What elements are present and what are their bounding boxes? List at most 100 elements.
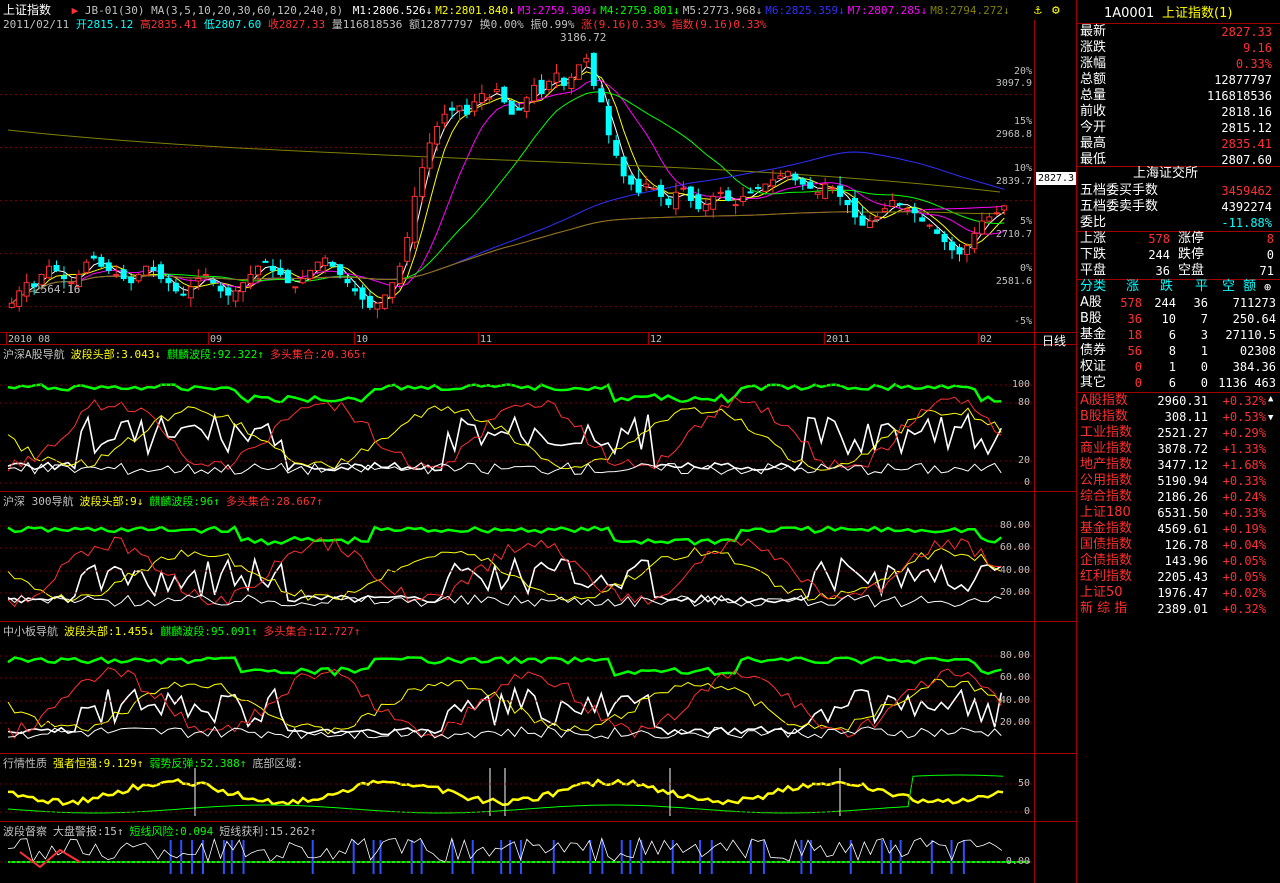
candle-body xyxy=(784,171,791,177)
ma-trend-arrow: ↓ xyxy=(673,4,680,17)
indicator-line xyxy=(7,656,1002,677)
index-name[interactable]: 工业指数 xyxy=(1080,425,1132,441)
indicator-chart-4[interactable] xyxy=(0,754,1034,821)
candle-body xyxy=(359,287,366,300)
candle-body xyxy=(98,256,105,267)
price-chart[interactable] xyxy=(0,32,1034,332)
indicator-chart-2[interactable] xyxy=(0,492,1034,621)
candle-body xyxy=(725,190,732,201)
index-name[interactable]: B股指数 xyxy=(1080,409,1128,425)
plus-icon[interactable]: ⊕ xyxy=(1264,280,1271,294)
index-name[interactable]: 国债指数 xyxy=(1080,537,1132,553)
indicator-axis-label: 100 xyxy=(1011,379,1030,390)
ma-legend: M1:2806.526↓ M2:2801.840↓ M3:2759.309↓ M4:2… xyxy=(350,4,1010,17)
period-label[interactable]: 日线 xyxy=(1042,335,1066,347)
index-pct: +0.33% xyxy=(1222,474,1266,488)
candle-body xyxy=(322,257,329,266)
candle-body xyxy=(643,183,650,188)
candle-body xyxy=(210,279,217,284)
candle-body xyxy=(463,104,470,115)
candle-body xyxy=(202,273,209,277)
quote-label: 总量 xyxy=(1080,88,1107,103)
candle-body xyxy=(844,199,851,206)
candle-body xyxy=(150,266,157,271)
candle-body xyxy=(635,178,642,193)
indicator-chart-3[interactable] xyxy=(0,622,1034,753)
indicator-chart-1[interactable] xyxy=(0,345,1034,491)
ma-line-240 xyxy=(11,211,1005,304)
breadth-value: 36 xyxy=(1155,264,1170,278)
right-panel-border xyxy=(1076,0,1077,883)
index-value: 3477.12 xyxy=(1157,458,1208,472)
class-flat: 1 xyxy=(1200,344,1208,358)
candle-body xyxy=(434,126,441,145)
index-name[interactable]: 上证50 xyxy=(1080,585,1123,601)
settings-icon[interactable]: ⚙ xyxy=(1052,3,1066,18)
date-tick xyxy=(978,332,979,344)
index-value: 126.78 xyxy=(1164,538,1208,552)
date-tick xyxy=(6,332,7,344)
candle-body xyxy=(575,64,582,80)
quote-label: 涨跌 xyxy=(1080,40,1107,55)
order-label: 五档委买手数 xyxy=(1080,183,1159,198)
price-axis-label: 20% xyxy=(1013,66,1032,77)
anchor-icon[interactable]: ⚓ xyxy=(1034,3,1048,18)
candle-body xyxy=(389,282,396,298)
index-name[interactable]: 新 综 指 xyxy=(1080,601,1127,617)
candle-body xyxy=(904,208,911,211)
index-name[interactable]: 公用指数 xyxy=(1080,473,1132,489)
candle-body xyxy=(963,245,970,255)
bar-amount: 额12877797 xyxy=(409,18,474,31)
candle-body xyxy=(486,97,493,100)
index-pct: +0.02% xyxy=(1222,586,1266,600)
scroll-up-icon[interactable]: ▲ xyxy=(1268,395,1273,404)
index-name[interactable]: 综合指数 xyxy=(1080,489,1132,505)
index-value: 2960.31 xyxy=(1157,394,1208,408)
index-name[interactable]: 商业指数 xyxy=(1080,441,1132,457)
bar-open: 开2815.12 xyxy=(75,18,134,31)
candle-body xyxy=(262,260,269,263)
candle-body xyxy=(687,186,694,201)
class-flat: 7 xyxy=(1200,312,1208,326)
bar-change: 涨(9.16)0.33% xyxy=(581,18,665,31)
candle-body xyxy=(143,265,150,276)
candle-body xyxy=(702,204,709,212)
breadth-label: 涨停 xyxy=(1178,231,1205,246)
price-axis-label: 3097.9 xyxy=(995,78,1032,89)
index-name[interactable]: 企债指数 xyxy=(1080,553,1132,569)
order-value: 4392274 xyxy=(1221,200,1272,214)
candle-body xyxy=(307,269,314,280)
candle-body xyxy=(120,269,127,280)
indicator-chart-5[interactable] xyxy=(0,822,1034,883)
candle-body xyxy=(919,217,926,222)
index-name[interactable]: 红利指数 xyxy=(1080,569,1132,585)
class-flat: 0 xyxy=(1200,376,1208,390)
price-axis-label: 2968.8 xyxy=(995,129,1032,140)
index-pct: +0.32% xyxy=(1222,394,1266,408)
quote-value: 116818536 xyxy=(1206,89,1272,103)
bar-low: 低2807.60 xyxy=(203,18,262,31)
class-header: 跌 xyxy=(1160,279,1174,294)
index-name[interactable]: 基金指数 xyxy=(1080,521,1132,537)
ma-legend-6: M6:2825.359 xyxy=(765,4,839,17)
date-tick xyxy=(478,332,479,344)
index-name[interactable]: 上证180 xyxy=(1080,505,1131,521)
warning-line xyxy=(19,848,81,869)
candle-body xyxy=(941,233,948,243)
class-flat: 36 xyxy=(1193,296,1208,310)
class-up: 36 xyxy=(1127,312,1142,326)
index-name[interactable]: 地产指数 xyxy=(1080,457,1132,473)
index-name[interactable]: A股指数 xyxy=(1080,393,1128,409)
scroll-down-icon[interactable]: ▼ xyxy=(1268,414,1273,423)
breadth-value: 71 xyxy=(1259,264,1274,278)
candle-body xyxy=(352,288,359,292)
class-up: 56 xyxy=(1127,344,1142,358)
index-value: 3878.72 xyxy=(1157,442,1208,456)
candle-body xyxy=(255,265,261,276)
index-value: 5190.94 xyxy=(1157,474,1208,488)
candle-body xyxy=(493,89,500,93)
index-pct: +0.33% xyxy=(1222,506,1266,520)
candle-body xyxy=(762,183,769,192)
stock-title[interactable]: 上证指数 ▶ JB-01(30) MA(3,5,10,20,30,60,120,… xyxy=(3,4,1010,17)
quote-label: 总额 xyxy=(1080,72,1107,87)
